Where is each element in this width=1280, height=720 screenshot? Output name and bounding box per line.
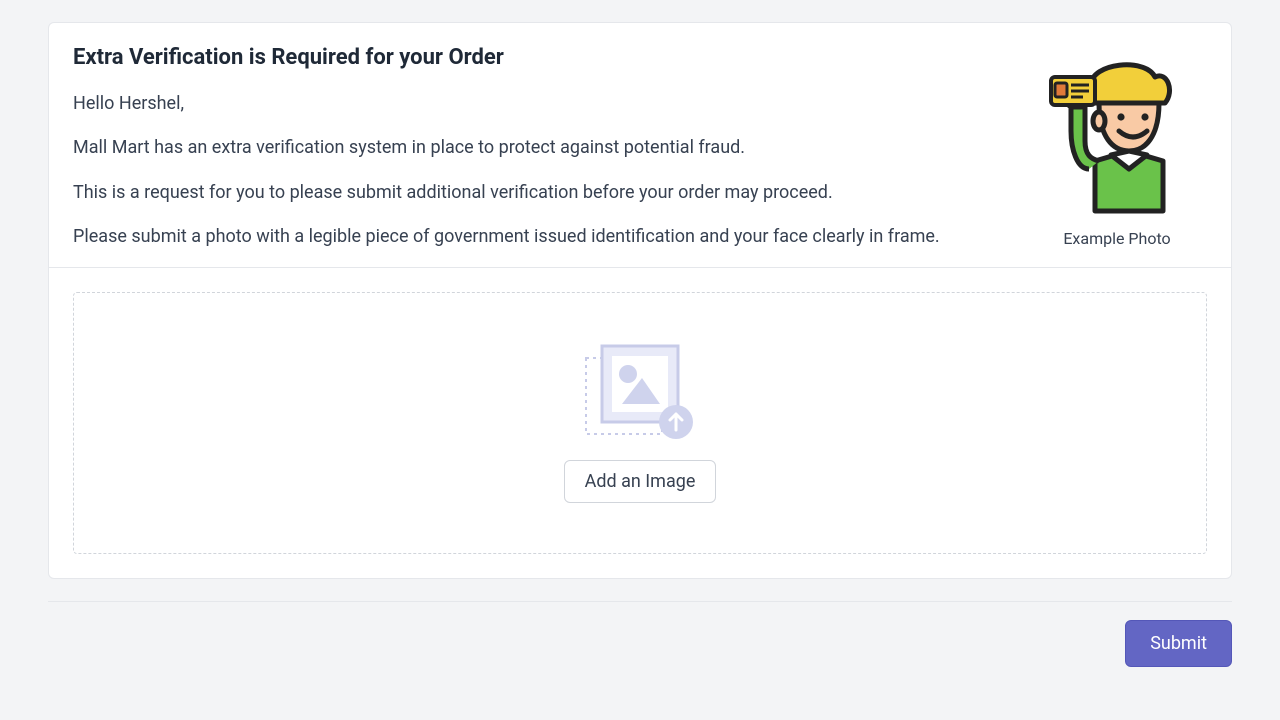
card-body: Add an Image <box>49 268 1231 578</box>
example-photo-icon <box>1047 51 1187 221</box>
greeting-text: Hello Hershel, <box>73 92 1007 116</box>
upload-placeholder-icon <box>580 344 700 438</box>
example-photo-block: Example Photo <box>1027 45 1207 249</box>
paragraph-1: Mall Mart has an extra verification syst… <box>73 136 1007 160</box>
upload-dropzone[interactable]: Add an Image <box>73 292 1207 554</box>
example-caption: Example Photo <box>1027 229 1207 248</box>
paragraph-2: This is a request for you to please subm… <box>73 181 1007 205</box>
add-image-button[interactable]: Add an Image <box>564 460 717 503</box>
paragraph-3: Please submit a photo with a legible pie… <box>73 225 1007 249</box>
submit-button[interactable]: Submit <box>1125 620 1232 667</box>
card-header: Extra Verification is Required for your … <box>49 23 1231 268</box>
actions-bar: Submit <box>48 620 1232 667</box>
page-title: Extra Verification is Required for your … <box>73 45 1007 70</box>
divider <box>48 601 1232 602</box>
verification-card: Extra Verification is Required for your … <box>48 22 1232 579</box>
